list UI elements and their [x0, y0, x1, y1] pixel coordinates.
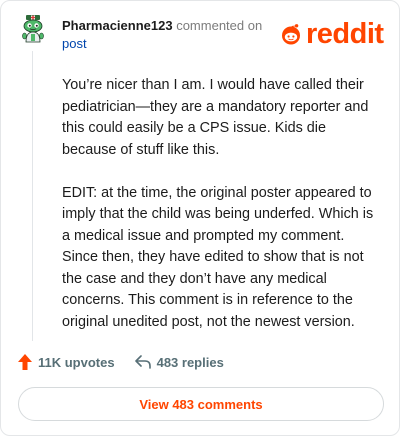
view-comments-button[interactable]: View 483 comments [18, 387, 384, 421]
upvote-arrow-icon [18, 354, 32, 370]
comment-paragraph: You’re nicer than I am. I would have cal… [62, 77, 369, 158]
upvote-count: 11K upvotes [38, 354, 115, 370]
post-link[interactable]: post [62, 36, 87, 51]
replies-button[interactable]: 483 replies [134, 354, 224, 370]
upvote-button[interactable]: 11K upvotes [18, 354, 115, 370]
comment-card: Pharmacienne123 commented on post reddit… [0, 0, 400, 436]
comment-paragraph: EDIT: at the time, the original poster a… [62, 184, 374, 330]
user-avatar[interactable] [18, 14, 48, 44]
comment-meta: Pharmacienne123 commented on post [62, 17, 262, 53]
snoo-logo-icon [282, 24, 300, 45]
comment-body: You’re nicer than I am. I would have cal… [62, 75, 375, 355]
comment-actions: 11K upvotes 483 replies [18, 354, 224, 370]
reddit-logo: reddit [279, 19, 384, 49]
thread-line [32, 51, 33, 341]
action-text: commented on [176, 18, 263, 33]
snoo-avatar-icon [22, 15, 44, 43]
reply-count: 483 replies [156, 354, 224, 370]
reddit-wordmark: reddit [306, 18, 384, 50]
username[interactable]: Pharmacienne123 [62, 18, 173, 33]
reply-arrow-icon [134, 355, 151, 369]
